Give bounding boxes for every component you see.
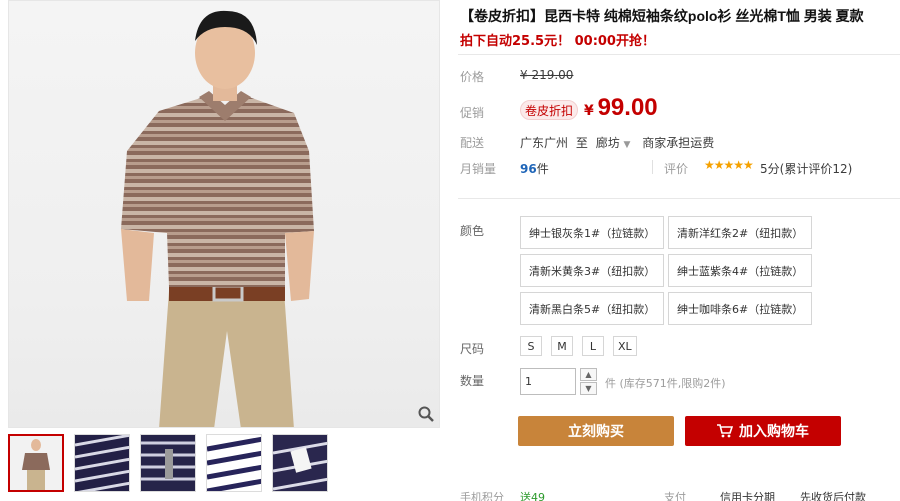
chevron-down-icon[interactable]: ▼	[624, 140, 631, 150]
cart-icon	[717, 424, 733, 438]
color-option[interactable]: 清新黑白条5#（纽扣款）	[520, 292, 664, 325]
color-option[interactable]: 绅士银灰条1#（拉链款）	[520, 216, 664, 249]
rating-stars-icon: ★★★★★	[704, 158, 754, 172]
ship-to-word: 至	[575, 136, 588, 150]
size-option[interactable]: S	[520, 336, 542, 356]
credit-installment: 信用卡分期	[720, 491, 775, 501]
points-value: 送49	[520, 491, 545, 501]
thumbnail-1[interactable]	[8, 434, 64, 492]
currency-symbol: ¥	[584, 103, 594, 119]
buy-now-button[interactable]: 立刻购买	[518, 416, 674, 446]
thumbnail-3[interactable]	[140, 434, 196, 492]
promo-label: 促销	[460, 106, 485, 120]
sale-price: ¥ 99.00	[584, 94, 658, 122]
color-option[interactable]: 绅士咖啡条6#（拉链款）	[668, 292, 812, 325]
shipping-fee-note: 商家承担运费	[642, 136, 715, 150]
color-options: 绅士银灰条1#（拉链款） 清新洋红条2#（纽扣款） 清新米黄条3#（纽扣款） 绅…	[520, 216, 812, 325]
quantity-decrease-button[interactable]: ▼	[580, 382, 597, 395]
review-label: 评价	[664, 162, 689, 176]
review-summary-link[interactable]: 5分(累计评价12)	[760, 160, 852, 177]
zoom-icon[interactable]	[417, 405, 435, 423]
service-row: 手机积分 送49 支付 信用卡分期 先收货后付款	[460, 489, 900, 501]
stock-note: 件 (库存571件,限购2件)	[605, 377, 726, 390]
thumbnail-5[interactable]	[272, 434, 328, 492]
thumbnail-2[interactable]	[74, 434, 130, 492]
shipping-info: 广东广州 至 廊坊 ▼ 商家承担运费	[520, 134, 714, 151]
promo-badge: 卷皮折扣	[520, 100, 578, 120]
add-to-cart-label: 加入购物车	[739, 423, 809, 439]
original-price-label: 价格	[460, 70, 485, 84]
divider	[458, 198, 900, 199]
size-option[interactable]: XL	[613, 336, 637, 356]
quantity-input[interactable]	[520, 368, 576, 395]
shipping-label: 配送	[460, 136, 485, 150]
divider	[458, 54, 900, 55]
monthly-sales-label: 月销量	[460, 162, 497, 176]
thumbnail-4[interactable]	[206, 434, 262, 492]
add-to-cart-button[interactable]: 加入购物车	[685, 416, 841, 446]
color-option[interactable]: 清新米黄条3#（纽扣款）	[520, 254, 664, 287]
color-option[interactable]: 清新洋红条2#（纽扣款）	[668, 216, 812, 249]
size-options: S M L XL	[520, 336, 637, 356]
sale-price-value: 99.00	[597, 94, 658, 121]
main-product-image[interactable]	[8, 0, 440, 428]
quantity-label: 数量	[460, 374, 485, 388]
promo-subtitle: 拍下自动25.5元！ 00:00开抢！	[460, 34, 655, 49]
size-option[interactable]: M	[551, 336, 573, 356]
original-price: ¥ 219.00	[520, 68, 574, 82]
color-label: 颜色	[460, 224, 485, 238]
ship-destination-select[interactable]: 廊坊	[596, 136, 620, 150]
divider	[652, 160, 653, 174]
color-option[interactable]: 绅士蓝紫条4#（拉链款）	[668, 254, 812, 287]
points-label: 手机积分	[460, 491, 504, 501]
size-label: 尺码	[460, 342, 485, 356]
thumbnail-strip	[8, 434, 328, 494]
model-photo	[121, 10, 314, 427]
monthly-sales: 96件	[520, 162, 549, 176]
ship-from: 广东广州	[520, 136, 569, 150]
size-option[interactable]: L	[582, 336, 604, 356]
pay-label: 支付	[664, 491, 686, 501]
pay-later: 先收货后付款	[800, 491, 866, 501]
product-title: 【卷皮折扣】昆西卡特 纯棉短袖条纹polo衫 丝光棉T恤 男装 夏款	[460, 8, 864, 24]
quantity-increase-button[interactable]: ▲	[580, 368, 597, 381]
